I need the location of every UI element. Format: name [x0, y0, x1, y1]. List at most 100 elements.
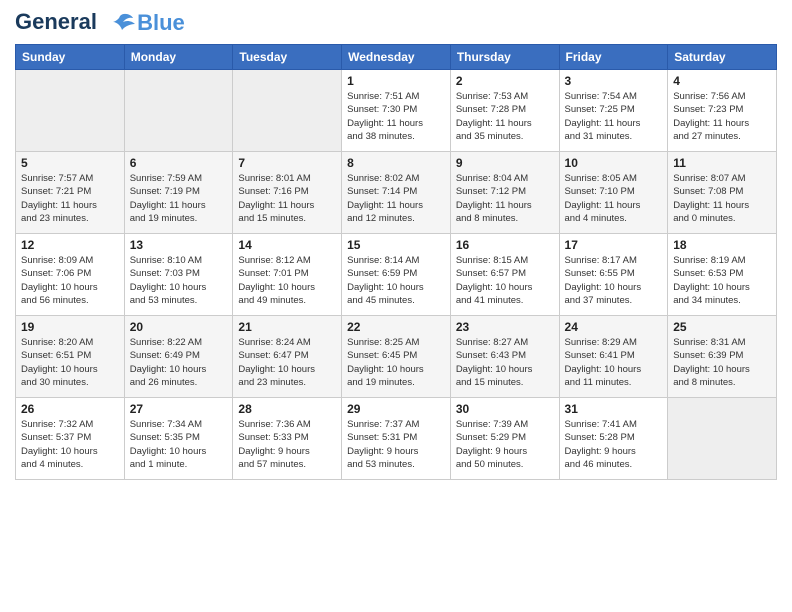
calendar-cell: 24 Sunrise: 8:29 AM Sunset: 6:41 PM Dayli… — [559, 316, 668, 398]
day-number: 25 — [673, 320, 771, 334]
day-number: 4 — [673, 74, 771, 88]
day-number: 8 — [347, 156, 445, 170]
weekday-header-wednesday: Wednesday — [342, 45, 451, 70]
weekday-header-thursday: Thursday — [450, 45, 559, 70]
day-number: 24 — [565, 320, 663, 334]
day-info: Sunrise: 8:09 AM Sunset: 7:06 PM Dayligh… — [21, 254, 119, 307]
day-number: 29 — [347, 402, 445, 416]
day-number: 11 — [673, 156, 771, 170]
calendar-cell: 26 Sunrise: 7:32 AM Sunset: 5:37 PM Dayli… — [16, 398, 125, 480]
day-info: Sunrise: 8:10 AM Sunset: 7:03 PM Dayligh… — [130, 254, 228, 307]
day-info: Sunrise: 8:27 AM Sunset: 6:43 PM Dayligh… — [456, 336, 554, 389]
calendar-cell — [233, 70, 342, 152]
logo: General Blue — [15, 10, 185, 36]
calendar-cell: 15 Sunrise: 8:14 AM Sunset: 6:59 PM Dayli… — [342, 234, 451, 316]
calendar-week-1: 1 Sunrise: 7:51 AM Sunset: 7:30 PM Daylig… — [16, 70, 777, 152]
day-number: 27 — [130, 402, 228, 416]
calendar-cell: 21Sunrise: 8:24 AM Sunset: 6:47 PM Dayli… — [233, 316, 342, 398]
day-info: Sunrise: 7:53 AM Sunset: 7:28 PM Dayligh… — [456, 90, 554, 143]
calendar-cell: 5Sunrise: 7:57 AM Sunset: 7:21 PM Daylig… — [16, 152, 125, 234]
calendar-cell: 25 Sunrise: 8:31 AM Sunset: 6:39 PM Dayli… — [668, 316, 777, 398]
calendar-cell: 12 Sunrise: 8:09 AM Sunset: 7:06 PM Dayli… — [16, 234, 125, 316]
calendar-cell: 9 Sunrise: 8:04 AM Sunset: 7:12 PM Daylig… — [450, 152, 559, 234]
day-info: Sunrise: 7:39 AM Sunset: 5:29 PM Dayligh… — [456, 418, 554, 471]
day-info: Sunrise: 8:29 AM Sunset: 6:41 PM Dayligh… — [565, 336, 663, 389]
calendar-cell: 3 Sunrise: 7:54 AM Sunset: 7:25 PM Daylig… — [559, 70, 668, 152]
day-number: 7 — [238, 156, 336, 170]
calendar-cell: 19Sunrise: 8:20 AM Sunset: 6:51 PM Dayli… — [16, 316, 125, 398]
logo-general: General — [15, 9, 97, 34]
day-info: Sunrise: 8:25 AM Sunset: 6:45 PM Dayligh… — [347, 336, 445, 389]
day-number: 23 — [456, 320, 554, 334]
calendar-cell: 1 Sunrise: 7:51 AM Sunset: 7:30 PM Daylig… — [342, 70, 451, 152]
day-info: Sunrise: 7:32 AM Sunset: 5:37 PM Dayligh… — [21, 418, 119, 471]
day-info: Sunrise: 7:36 AM Sunset: 5:33 PM Dayligh… — [238, 418, 336, 471]
calendar-cell: 27 Sunrise: 7:34 AM Sunset: 5:35 PM Dayli… — [124, 398, 233, 480]
day-number: 1 — [347, 74, 445, 88]
day-number: 30 — [456, 402, 554, 416]
weekday-header-monday: Monday — [124, 45, 233, 70]
day-info: Sunrise: 8:17 AM Sunset: 6:55 PM Dayligh… — [565, 254, 663, 307]
header: General Blue — [15, 10, 777, 36]
calendar-cell: 23 Sunrise: 8:27 AM Sunset: 6:43 PM Dayli… — [450, 316, 559, 398]
day-number: 22 — [347, 320, 445, 334]
day-info: Sunrise: 8:31 AM Sunset: 6:39 PM Dayligh… — [673, 336, 771, 389]
day-number: 2 — [456, 74, 554, 88]
day-number: 14 — [238, 238, 336, 252]
day-info: Sunrise: 7:59 AM Sunset: 7:19 PM Dayligh… — [130, 172, 228, 225]
calendar-cell: 4 Sunrise: 7:56 AM Sunset: 7:23 PM Daylig… — [668, 70, 777, 152]
calendar-cell: 11 Sunrise: 8:07 AM Sunset: 7:08 PM Dayli… — [668, 152, 777, 234]
day-number: 20 — [130, 320, 228, 334]
calendar-cell: 13Sunrise: 8:10 AM Sunset: 7:03 PM Dayli… — [124, 234, 233, 316]
day-info: Sunrise: 7:41 AM Sunset: 5:28 PM Dayligh… — [565, 418, 663, 471]
day-number: 9 — [456, 156, 554, 170]
calendar-week-5: 26 Sunrise: 7:32 AM Sunset: 5:37 PM Dayli… — [16, 398, 777, 480]
day-number: 5 — [21, 156, 119, 170]
calendar-cell: 20 Sunrise: 8:22 AM Sunset: 6:49 PM Dayli… — [124, 316, 233, 398]
calendar-cell: 29 Sunrise: 7:37 AM Sunset: 5:31 PM Dayli… — [342, 398, 451, 480]
day-number: 6 — [130, 156, 228, 170]
calendar-table: SundayMondayTuesdayWednesdayThursdayFrid… — [15, 44, 777, 480]
day-info: Sunrise: 7:37 AM Sunset: 5:31 PM Dayligh… — [347, 418, 445, 471]
day-info: Sunrise: 8:22 AM Sunset: 6:49 PM Dayligh… — [130, 336, 228, 389]
logo-blue: Blue — [137, 10, 185, 36]
day-number: 15 — [347, 238, 445, 252]
day-info: Sunrise: 8:04 AM Sunset: 7:12 PM Dayligh… — [456, 172, 554, 225]
day-info: Sunrise: 8:15 AM Sunset: 6:57 PM Dayligh… — [456, 254, 554, 307]
day-info: Sunrise: 7:34 AM Sunset: 5:35 PM Dayligh… — [130, 418, 228, 471]
day-info: Sunrise: 8:14 AM Sunset: 6:59 PM Dayligh… — [347, 254, 445, 307]
calendar-cell: 14 Sunrise: 8:12 AM Sunset: 7:01 PM Dayli… — [233, 234, 342, 316]
day-number: 10 — [565, 156, 663, 170]
day-number: 12 — [21, 238, 119, 252]
day-number: 16 — [456, 238, 554, 252]
calendar-cell: 31 Sunrise: 7:41 AM Sunset: 5:28 PM Dayli… — [559, 398, 668, 480]
day-number: 31 — [565, 402, 663, 416]
weekday-header-tuesday: Tuesday — [233, 45, 342, 70]
calendar-cell: 6 Sunrise: 7:59 AM Sunset: 7:19 PM Daylig… — [124, 152, 233, 234]
calendar-cell: 10Sunrise: 8:05 AM Sunset: 7:10 PM Dayli… — [559, 152, 668, 234]
calendar-cell — [668, 398, 777, 480]
weekday-header-sunday: Sunday — [16, 45, 125, 70]
calendar-cell: 28 Sunrise: 7:36 AM Sunset: 5:33 PM Dayli… — [233, 398, 342, 480]
day-info: Sunrise: 8:12 AM Sunset: 7:01 PM Dayligh… — [238, 254, 336, 307]
weekday-header-saturday: Saturday — [668, 45, 777, 70]
day-info: Sunrise: 7:51 AM Sunset: 7:30 PM Dayligh… — [347, 90, 445, 143]
page: General Blue SundayMondayTuesdayWednesda… — [0, 0, 792, 612]
day-number: 26 — [21, 402, 119, 416]
calendar-cell: 8 Sunrise: 8:02 AM Sunset: 7:14 PM Daylig… — [342, 152, 451, 234]
calendar-cell — [16, 70, 125, 152]
calendar-week-3: 12 Sunrise: 8:09 AM Sunset: 7:06 PM Dayli… — [16, 234, 777, 316]
day-info: Sunrise: 7:56 AM Sunset: 7:23 PM Dayligh… — [673, 90, 771, 143]
day-info: Sunrise: 8:02 AM Sunset: 7:14 PM Dayligh… — [347, 172, 445, 225]
day-info: Sunrise: 8:24 AM Sunset: 6:47 PM Dayligh… — [238, 336, 336, 389]
day-number: 28 — [238, 402, 336, 416]
day-info: Sunrise: 8:07 AM Sunset: 7:08 PM Dayligh… — [673, 172, 771, 225]
day-info: Sunrise: 7:54 AM Sunset: 7:25 PM Dayligh… — [565, 90, 663, 143]
calendar-cell: 7Sunrise: 8:01 AM Sunset: 7:16 PM Daylig… — [233, 152, 342, 234]
day-number: 3 — [565, 74, 663, 88]
day-number: 17 — [565, 238, 663, 252]
calendar-cell: 17 Sunrise: 8:17 AM Sunset: 6:55 PM Dayli… — [559, 234, 668, 316]
day-number: 18 — [673, 238, 771, 252]
calendar-cell: 18Sunrise: 8:19 AM Sunset: 6:53 PM Dayli… — [668, 234, 777, 316]
calendar-week-4: 19Sunrise: 8:20 AM Sunset: 6:51 PM Dayli… — [16, 316, 777, 398]
